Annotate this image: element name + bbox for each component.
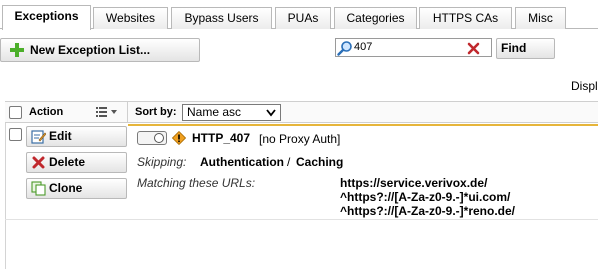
- tab-misc[interactable]: Misc: [515, 7, 566, 29]
- display-label: Displ: [571, 79, 598, 93]
- entry-checkbox[interactable]: [9, 128, 22, 141]
- toggle-knob: [154, 133, 164, 143]
- tab-categories[interactable]: Categories: [334, 7, 417, 29]
- warning-icon: [172, 131, 186, 145]
- plus-icon: [10, 43, 24, 57]
- list-header: Action Sort by: Name asc: [5, 101, 598, 123]
- find-label: Find: [501, 41, 527, 55]
- skipping-separator: /: [287, 155, 291, 169]
- search-value: 407: [354, 41, 373, 53]
- header-divider: [127, 102, 128, 122]
- tab-bypass-users[interactable]: Bypass Users: [171, 7, 272, 29]
- search-icon: [337, 41, 352, 56]
- skipping-label: Skipping:: [137, 155, 187, 169]
- select-all-checkbox[interactable]: [9, 106, 22, 119]
- clone-button[interactable]: Clone: [26, 178, 127, 199]
- tab-https-cas[interactable]: HTTPS CAs: [419, 7, 512, 29]
- sort-by-label: Sort by:: [135, 106, 177, 118]
- sort-select-value: Name asc: [187, 105, 242, 119]
- edit-icon: [31, 130, 46, 144]
- search-input[interactable]: 407: [335, 38, 492, 57]
- clone-label: Clone: [49, 181, 83, 195]
- exception-comment: [no Proxy Auth]: [259, 132, 341, 146]
- action-column-header: Action: [29, 106, 64, 118]
- delete-icon: [32, 156, 45, 169]
- url-item: ^https?://[A-Za-z0-9.-]*ui.com/: [340, 190, 511, 204]
- new-exception-list-button[interactable]: New Exception List...: [0, 38, 200, 62]
- edit-button[interactable]: Edit: [26, 126, 127, 147]
- url-item: https://service.verivox.de/: [340, 176, 488, 190]
- skipping-authentication: Authentication: [200, 155, 284, 169]
- url-item: ^https?://[A-Za-z0-9.-]*reno.de/: [340, 204, 516, 218]
- enable-toggle[interactable]: [137, 131, 167, 145]
- sort-select[interactable]: Name asc: [182, 104, 281, 121]
- tab-exceptions[interactable]: Exceptions: [2, 5, 91, 30]
- entry-accent-line: [128, 124, 598, 126]
- new-exception-list-label: New Exception List...: [30, 43, 151, 57]
- chevron-down-icon: [266, 109, 276, 117]
- edit-label: Edit: [49, 129, 72, 143]
- delete-label: Delete: [49, 155, 86, 169]
- tab-websites[interactable]: Websites: [93, 7, 168, 29]
- column-menu-icon[interactable]: [96, 106, 120, 118]
- clone-icon: [31, 181, 46, 196]
- delete-button[interactable]: Delete: [26, 152, 127, 173]
- matching-urls-label: Matching these URLs:: [137, 176, 256, 190]
- tab-bar: Exceptions Websites Bypass Users PUAs Ca…: [0, 0, 598, 30]
- tab-puas[interactable]: PUAs: [275, 7, 331, 29]
- list-left-border: [5, 123, 6, 269]
- entry-bottom-divider: [5, 219, 598, 220]
- exception-name: HTTP_407: [192, 131, 251, 145]
- clear-search-icon[interactable]: [467, 42, 480, 55]
- find-button[interactable]: Find: [496, 38, 555, 59]
- skipping-caching: Caching: [296, 155, 344, 169]
